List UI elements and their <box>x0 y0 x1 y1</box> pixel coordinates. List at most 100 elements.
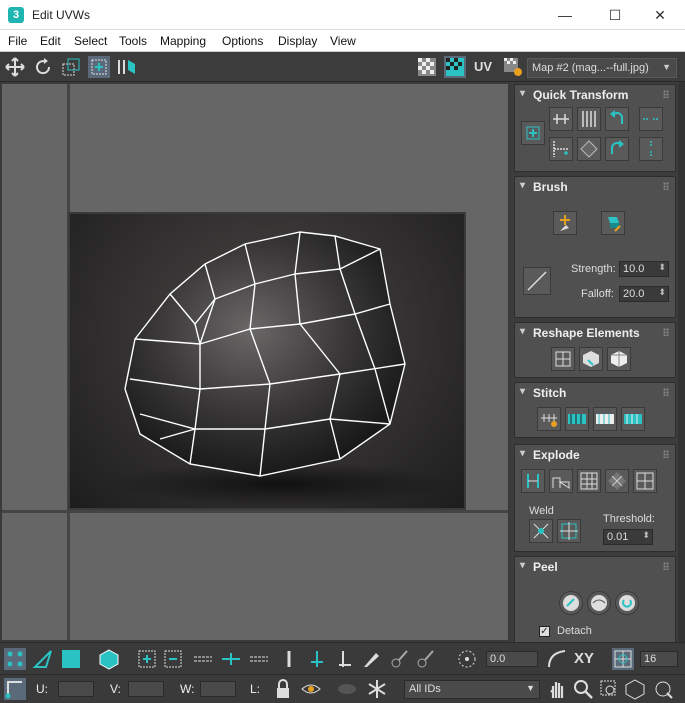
break-icon[interactable] <box>521 469 545 493</box>
loop-select-icon[interactable] <box>192 648 214 670</box>
peel-header[interactable]: Peel <box>515 557 675 577</box>
menu-file[interactable]: File <box>8 34 27 48</box>
lock-icon[interactable] <box>272 678 294 700</box>
stitch-to-source-icon[interactable] <box>621 407 645 431</box>
w-field[interactable] <box>200 681 236 697</box>
spread-horizontal-icon[interactable] <box>639 107 663 131</box>
align-horizontal-icon[interactable] <box>549 107 573 131</box>
zoom-icon[interactable] <box>572 678 594 700</box>
loop-shrink-icon[interactable] <box>248 648 270 670</box>
u-field[interactable] <box>58 681 94 697</box>
mirror-icon[interactable] <box>116 56 138 78</box>
map-options-icon[interactable] <box>502 56 524 78</box>
falloff-type-icon[interactable] <box>546 648 568 670</box>
menu-options[interactable]: Options <box>222 34 263 48</box>
peel-mode-icon[interactable] <box>587 591 611 615</box>
reshape-elements-header[interactable]: Reshape Elements <box>515 323 675 343</box>
freeform-gizmo-icon[interactable] <box>521 121 545 145</box>
relax-brush-icon[interactable] <box>601 211 625 235</box>
ring-select-icon[interactable] <box>278 648 300 670</box>
move-icon[interactable] <box>4 56 26 78</box>
flatten-by-smoothing-group-icon[interactable] <box>633 469 657 493</box>
relax-icon[interactable] <box>607 347 631 371</box>
quick-transform-header[interactable]: Quick Transform <box>515 85 675 105</box>
menu-bar: File Edit Select Tools Mapping Options D… <box>0 30 685 52</box>
absolute-mode-icon[interactable] <box>4 678 26 700</box>
menu-display[interactable]: Display <box>278 34 317 48</box>
hide-icon[interactable] <box>300 678 322 700</box>
falloff-space-xy[interactable]: XY <box>574 650 594 667</box>
paint-move-icon[interactable] <box>553 211 577 235</box>
paint-shrink-icon[interactable] <box>414 648 436 670</box>
rotate-ccw-icon[interactable] <box>605 107 629 131</box>
v-field[interactable] <box>128 681 164 697</box>
pan-icon[interactable] <box>546 678 568 700</box>
straighten-icon[interactable] <box>577 137 601 161</box>
paint-grow-icon[interactable] <box>388 648 410 670</box>
align-vertical-icon[interactable] <box>577 107 601 131</box>
target-weld-icon[interactable] <box>557 519 581 543</box>
straighten-selection-icon[interactable] <box>551 347 575 371</box>
zoom-extents-icon[interactable] <box>624 678 646 700</box>
show-icon[interactable] <box>336 678 358 700</box>
material-ids-dropdown[interactable]: All IDs ▼ <box>404 680 540 699</box>
flatten-by-polygon-angle-icon[interactable] <box>605 469 629 493</box>
brush-header[interactable]: Brush <box>515 177 675 197</box>
grow-selection-icon[interactable] <box>136 648 158 670</box>
stitch-header[interactable]: Stitch <box>515 383 675 403</box>
stitch-average-icon[interactable] <box>593 407 617 431</box>
reset-peel-icon[interactable] <box>615 591 639 615</box>
vertex-mode-icon[interactable] <box>4 648 26 670</box>
menu-edit[interactable]: Edit <box>40 34 61 48</box>
freeze-icon[interactable] <box>366 678 388 700</box>
explode-header[interactable]: Explode <box>515 445 675 465</box>
soft-selection-angle-spinner[interactable]: 0.0 <box>486 651 538 667</box>
spread-vertical-icon[interactable] <box>639 137 663 161</box>
zoom-region-icon[interactable] <box>598 678 620 700</box>
rotate-icon[interactable] <box>32 56 54 78</box>
flatten-by-smoothing-icon[interactable] <box>549 469 573 493</box>
checker-map-icon[interactable] <box>416 56 438 78</box>
scale-icon[interactable] <box>60 56 82 78</box>
relax-until-flat-icon[interactable] <box>579 347 603 371</box>
paint-select-icon[interactable] <box>360 648 382 670</box>
ring-shrink-icon[interactable] <box>334 648 356 670</box>
minimize-button[interactable]: — <box>545 4 585 26</box>
map-select-dropdown[interactable]: Map #2 (mag...--full.jpg) ▼ <box>527 58 677 78</box>
stitch-to-target-icon[interactable] <box>565 407 589 431</box>
close-button[interactable]: ✕ <box>640 4 680 26</box>
rock-texture-with-uv-mesh <box>110 231 450 506</box>
menu-view[interactable]: View <box>330 34 356 48</box>
loop-grow-icon[interactable] <box>220 648 242 670</box>
menu-tools[interactable]: Tools <box>119 34 147 48</box>
show-map-icon[interactable] <box>444 56 466 78</box>
rotate-cw-icon[interactable] <box>605 137 629 161</box>
falloff-spinner[interactable]: 20.0 <box>619 286 669 302</box>
ring-grow-icon[interactable] <box>306 648 328 670</box>
grid-snap-icon[interactable] <box>612 648 634 670</box>
freeform-mode-icon[interactable] <box>88 56 110 78</box>
falloff-label: Falloff: <box>581 288 614 300</box>
polygon-mode-icon[interactable] <box>60 648 82 670</box>
brush-falloff-curve-icon[interactable] <box>523 267 551 295</box>
shrink-selection-icon[interactable] <box>162 648 184 670</box>
panel-scrollbar[interactable] <box>678 82 685 642</box>
detach-checkbox[interactable]: ✓ <box>539 626 550 637</box>
flatten-by-material-icon[interactable] <box>577 469 601 493</box>
uv-label[interactable]: UV <box>474 59 492 74</box>
menu-mapping[interactable]: Mapping <box>160 34 206 48</box>
zoom-to-selection-icon[interactable] <box>652 678 674 700</box>
align-to-edge-icon[interactable] <box>549 137 573 161</box>
menu-select[interactable]: Select <box>74 34 107 48</box>
quick-peel-icon[interactable] <box>559 591 583 615</box>
strength-spinner[interactable]: 10.0 <box>619 261 669 277</box>
element-mode-icon[interactable] <box>98 648 120 670</box>
soft-selection-icon[interactable] <box>456 648 478 670</box>
stitch-custom-icon[interactable] <box>537 407 561 431</box>
maximize-button[interactable]: ☐ <box>595 4 635 26</box>
weld-selected-icon[interactable] <box>529 519 553 543</box>
edge-mode-icon[interactable] <box>32 648 54 670</box>
threshold-spinner[interactable]: 0.01 <box>603 529 653 545</box>
reshape-elements-rollout: Reshape Elements <box>514 322 676 378</box>
grid-size-spinner[interactable]: 16 <box>640 651 678 667</box>
